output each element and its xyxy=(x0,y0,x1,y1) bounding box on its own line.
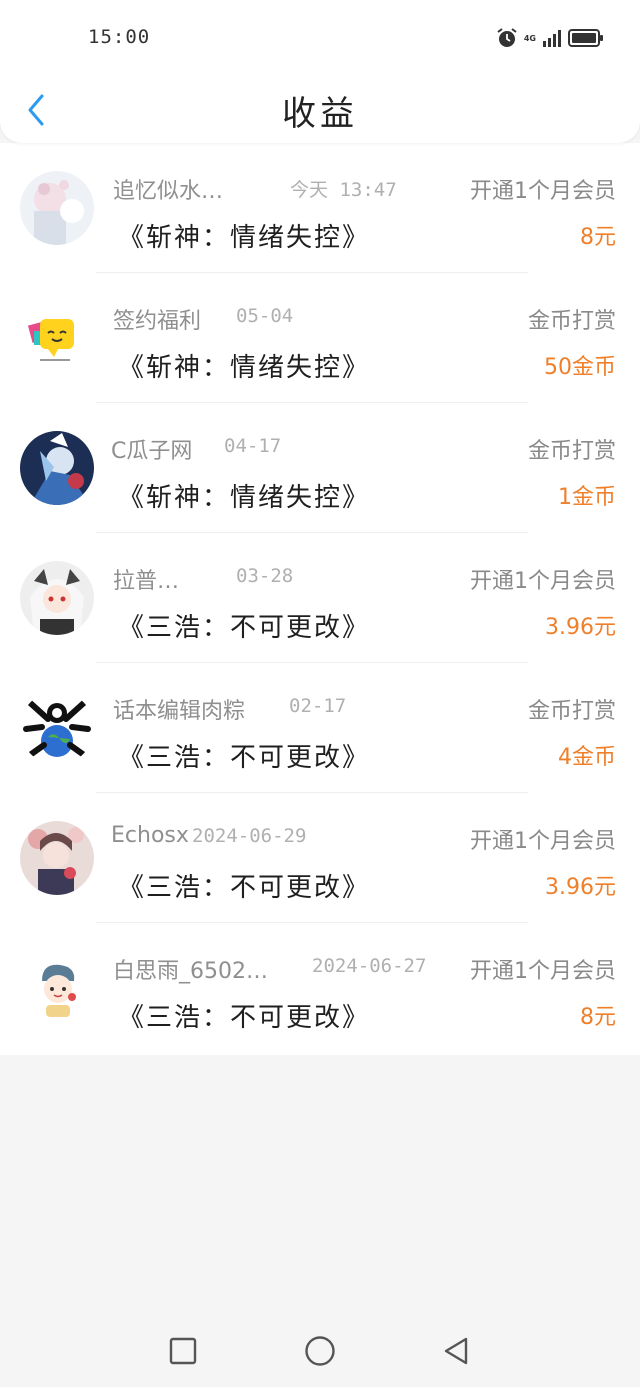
amount: 8元 xyxy=(580,225,616,250)
time-label: 04-17 xyxy=(224,435,282,457)
income-type: 金币打赏 xyxy=(527,699,616,724)
status-icons: 4G xyxy=(496,26,604,50)
amount: 3.96元 xyxy=(545,615,616,640)
time-label: 2024-06-29 xyxy=(192,825,307,847)
amount: 1金币 xyxy=(558,485,616,510)
book-title: 《三浩：不可更改》 xyxy=(118,613,371,643)
income-type: 开通1个月会员 xyxy=(470,569,616,594)
income-type: 金币打赏 xyxy=(527,309,616,334)
time-label: 2024-06-27 xyxy=(312,955,427,977)
user-name: 追忆似水… xyxy=(113,179,224,204)
navigation-bar xyxy=(0,1315,640,1387)
amount: 8元 xyxy=(580,1005,616,1030)
avatar xyxy=(20,301,94,375)
time-label: 03-28 xyxy=(236,565,294,587)
user-name: 白思雨_6502… xyxy=(113,959,268,984)
user-name: C瓜子网 xyxy=(111,439,193,464)
system-back-button[interactable] xyxy=(436,1333,476,1369)
user-name: Echosx xyxy=(111,823,189,848)
signal-icon xyxy=(543,30,561,47)
amount: 4金币 xyxy=(558,745,616,770)
time-label: 今天 13:47 xyxy=(290,179,397,201)
avatar xyxy=(20,951,94,1025)
book-title: 《三浩：不可更改》 xyxy=(118,873,371,903)
avatar xyxy=(20,171,94,245)
list-item[interactable]: 话本编辑肉粽 02-17 金币打赏 《三浩：不可更改》 4金币 xyxy=(0,663,640,793)
network-label: 4G xyxy=(523,33,536,43)
list-item[interactable]: 签约福利 05-04 金币打赏 《斩神：情绪失控》 50金币 xyxy=(0,273,640,403)
earnings-list: 追忆似水… 今天 13:47 开通1个月会员 《斩神：情绪失控》 8元 签约福利… xyxy=(0,143,640,1055)
avatar xyxy=(20,821,94,895)
book-title: 《三浩：不可更改》 xyxy=(118,743,371,773)
page-title: 收益 xyxy=(282,94,358,134)
time-label: 02-17 xyxy=(289,695,347,717)
avatar xyxy=(20,561,94,635)
home-icon xyxy=(305,1336,335,1366)
time-label: 05-04 xyxy=(236,305,294,327)
income-type: 开通1个月会员 xyxy=(470,959,616,984)
avatar xyxy=(20,691,94,765)
battery-icon xyxy=(568,29,603,47)
status-time: 15:00 xyxy=(88,26,151,48)
book-title: 《斩神：情绪失控》 xyxy=(118,483,371,513)
list-item[interactable]: 拉普… 03-28 开通1个月会员 《三浩：不可更改》 3.96元 xyxy=(0,533,640,663)
recent-apps-icon xyxy=(169,1337,197,1365)
header: 15:00 4G 收益 xyxy=(0,0,640,143)
income-type: 开通1个月会员 xyxy=(470,829,616,854)
income-type: 开通1个月会员 xyxy=(470,179,616,204)
amount: 3.96元 xyxy=(545,875,616,900)
book-title: 《斩神：情绪失控》 xyxy=(118,353,371,383)
recent-apps-button[interactable] xyxy=(163,1333,203,1369)
user-name: 话本编辑肉粽 xyxy=(113,699,246,724)
avatar xyxy=(20,431,94,505)
home-button[interactable] xyxy=(300,1333,340,1369)
back-icon xyxy=(444,1337,468,1365)
user-name: 签约福利 xyxy=(113,309,202,334)
amount: 50金币 xyxy=(544,355,616,380)
list-item[interactable]: C瓜子网 04-17 金币打赏 《斩神：情绪失控》 1金币 xyxy=(0,403,640,533)
list-item[interactable]: 白思雨_6502… 2024-06-27 开通1个月会员 《三浩：不可更改》 8… xyxy=(0,923,640,1053)
book-title: 《斩神：情绪失控》 xyxy=(118,223,371,253)
book-title: 《三浩：不可更改》 xyxy=(118,1003,371,1033)
list-item[interactable]: 追忆似水… 今天 13:47 开通1个月会员 《斩神：情绪失控》 8元 xyxy=(0,143,640,273)
list-item[interactable]: Echosx 2024-06-29 开通1个月会员 《三浩：不可更改》 3.96… xyxy=(0,793,640,923)
income-type: 金币打赏 xyxy=(527,439,616,464)
alarm-icon xyxy=(497,28,517,47)
user-name: 拉普… xyxy=(113,569,180,594)
